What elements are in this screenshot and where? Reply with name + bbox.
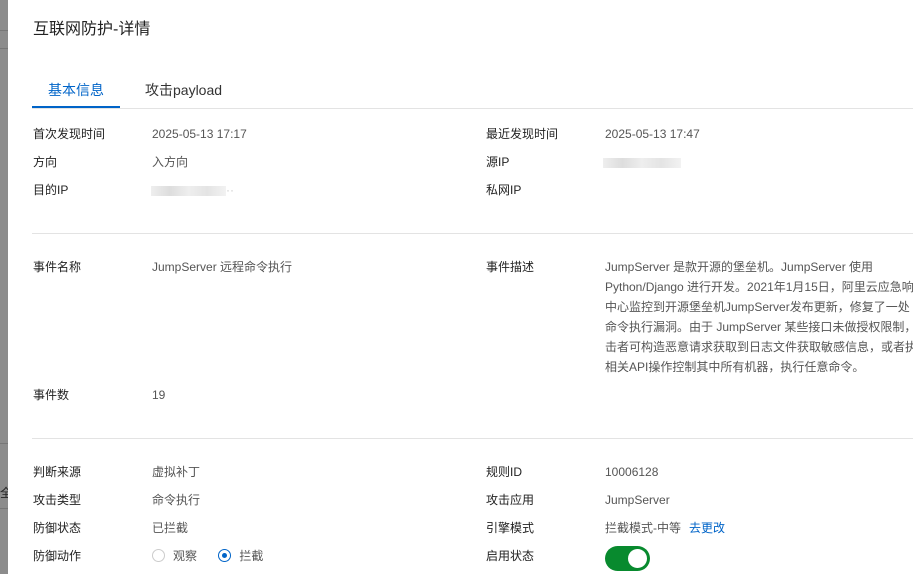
- attack-type-value: 命令执行: [152, 493, 201, 507]
- desc-line: 中心监控到开源堡垒机JumpServer发布更新，修复了一处: [605, 300, 910, 314]
- engine-mode-label: 引擎模式: [486, 521, 535, 535]
- dst-ip-value-masked: ··: [151, 180, 234, 200]
- change-mode-link[interactable]: 去更改: [689, 521, 725, 535]
- backdrop-text: 全: [0, 486, 8, 500]
- modal-backdrop: 全: [0, 0, 8, 574]
- event-count-value: 19: [152, 388, 166, 402]
- event-name-label: 事件名称: [33, 260, 82, 274]
- desc-line: 命令执行漏洞。由于 JumpServer 某些接口未做授权限制，攻: [605, 320, 913, 334]
- rule-id-label: 规则ID: [486, 465, 523, 479]
- toggle-knob: [628, 549, 647, 568]
- enabled-label: 启用状态: [486, 549, 535, 563]
- radio-label: 观察: [173, 549, 198, 563]
- event-desc-value: JumpServer 是款开源的堡垒机。JumpServer 使用 Python…: [605, 257, 913, 377]
- source-value: 虚拟补丁: [152, 465, 201, 479]
- desc-line: Python/Django 进行开发。2021年1月15日，阿里云应急响: [605, 280, 913, 294]
- desc-line: JumpServer 是款开源的堡垒机。JumpServer 使用: [605, 260, 874, 274]
- radio-observe[interactable]: 观察: [152, 549, 197, 563]
- attack-app-label: 攻击应用: [486, 493, 535, 507]
- first-seen-value: 2025-05-13 17:17: [152, 127, 247, 141]
- enabled-toggle[interactable]: [605, 546, 650, 571]
- defense-status-label: 防御状态: [33, 521, 82, 535]
- tab-bar: 基本信息 攻击payload: [32, 70, 913, 109]
- private-ip-label: 私网IP: [486, 183, 522, 197]
- defense-action-label: 防御动作: [33, 549, 82, 563]
- attack-type-label: 攻击类型: [33, 493, 82, 507]
- attack-app-value: JumpServer: [605, 493, 670, 507]
- source-label: 判断来源: [33, 465, 82, 479]
- drawer-title: 互联网防护-详情: [33, 21, 151, 38]
- last-seen-label: 最近发现时间: [486, 127, 559, 141]
- radio-label: 拦截: [239, 549, 264, 563]
- radio-block[interactable]: 拦截: [218, 549, 263, 563]
- engine-mode-text: 拦截模式-中等: [605, 521, 681, 535]
- event-count-label: 事件数: [33, 388, 70, 402]
- engine-mode-value: 拦截模式-中等 去更改: [605, 518, 725, 538]
- divider: [32, 438, 913, 439]
- direction-value: 入方向: [152, 155, 189, 169]
- first-seen-label: 首次发现时间: [33, 127, 106, 141]
- defense-status-value: 已拦截: [152, 521, 189, 535]
- event-desc-label: 事件描述: [486, 260, 535, 274]
- dst-ip-label: 目的IP: [33, 183, 69, 197]
- src-ip-value-masked: [603, 152, 681, 172]
- event-name-value: JumpServer 远程命令执行: [152, 260, 293, 274]
- defense-action-radio-group: 观察 拦截: [152, 546, 263, 566]
- active-tab-indicator: [32, 106, 120, 108]
- last-seen-value: 2025-05-13 17:47: [605, 127, 700, 141]
- dst-ip-suffix: ··: [226, 183, 234, 197]
- desc-line: 击者可构造恶意请求获取到日志文件获取敏感信息，或者执: [605, 340, 913, 354]
- divider: [32, 233, 913, 234]
- radio-checked-icon: [218, 549, 232, 562]
- direction-label: 方向: [33, 155, 58, 169]
- radio-icon: [152, 549, 165, 562]
- desc-line: 相关API操作控制其中所有机器，执行任意命令。: [605, 360, 865, 374]
- tab-basic-info[interactable]: 基本信息: [48, 80, 104, 100]
- tab-attack-payload[interactable]: 攻击payload: [145, 80, 222, 100]
- rule-id-value: 10006128: [605, 465, 659, 479]
- src-ip-label: 源IP: [486, 155, 510, 169]
